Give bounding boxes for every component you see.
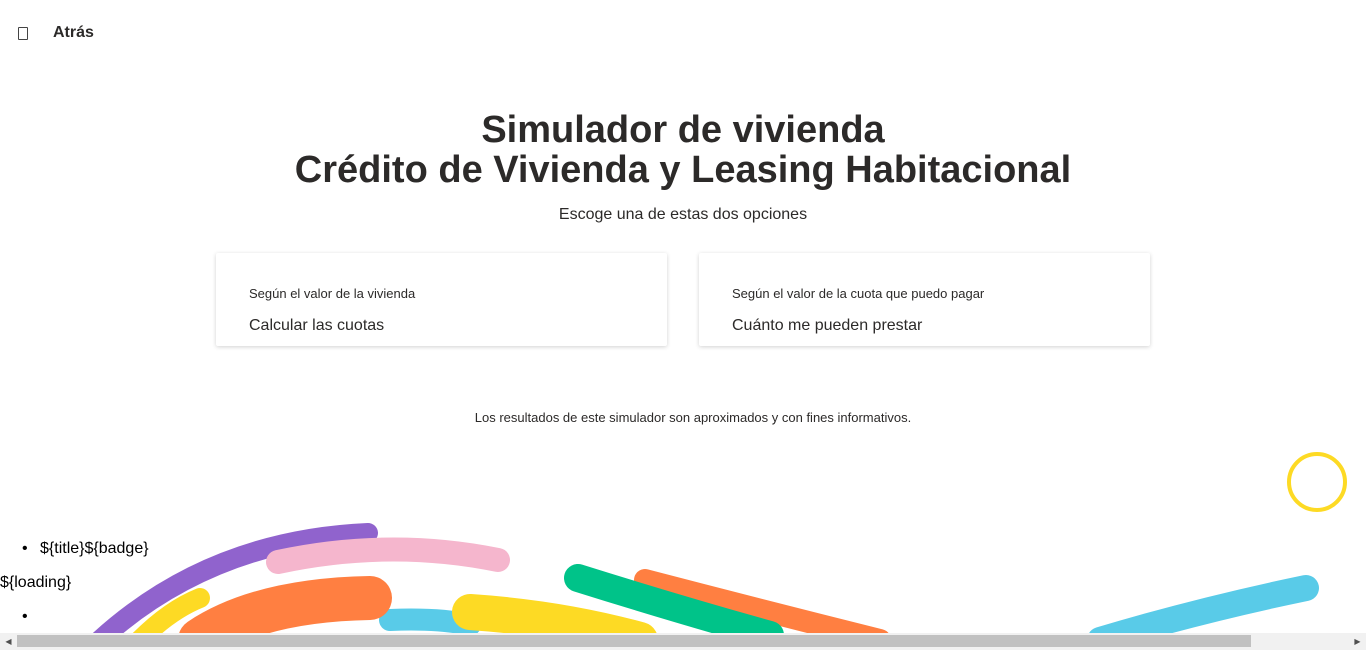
option-card-caption: Según el valor de la vivienda [249,286,416,301]
raw-list-bullet: • [22,608,28,625]
chevron-right-icon[interactable]: ▶ [1349,633,1366,650]
option-card-loan-amount[interactable]: Según el valor de la cuota que puedo pag… [699,253,1150,346]
back-button[interactable]: Atrás [18,22,94,44]
decorative-stripes-illustration [92,523,1319,634]
yellow-stripe-large [452,594,657,634]
disclaimer-text: Los resultados de este simulador son apr… [474,410,912,425]
pink-stripe [266,537,510,574]
horizontal-scrollbar[interactable]: ◀ ▶ [0,633,1366,650]
page: Atrás Simulador de vivienda Crédito de V… [0,0,1366,650]
page-title-line-1: Simulador de vivienda [481,109,885,151]
raw-list-bullet: • [22,540,28,557]
orange-blob [178,576,392,634]
option-card-calculate-installments[interactable]: Según el valor de la vivienda Calcular l… [216,253,667,346]
option-card-title: Calcular las cuotas [249,317,385,334]
back-icon [18,26,28,40]
raw-loading-text: ${loading} [0,574,72,591]
scrollbar-thumb[interactable] [17,635,1251,647]
option-card-caption: Según el valor de la cuota que puedo pag… [732,286,985,301]
option-card-title: Cuánto me pueden prestar [732,317,923,334]
back-label: Atrás [53,24,94,41]
raw-list-item: ${title}${badge} [40,540,149,557]
chevron-left-icon[interactable]: ◀ [0,633,17,650]
page-title: Simulador de vivienda Crédito de Viviend… [0,110,1366,190]
page-title-line-2: Crédito de Vivienda y Leasing Habitacion… [294,149,1072,191]
light-blue-stripe-right [1088,575,1319,634]
page-subtitle: Escoge una de estas dos opciones [558,206,808,223]
